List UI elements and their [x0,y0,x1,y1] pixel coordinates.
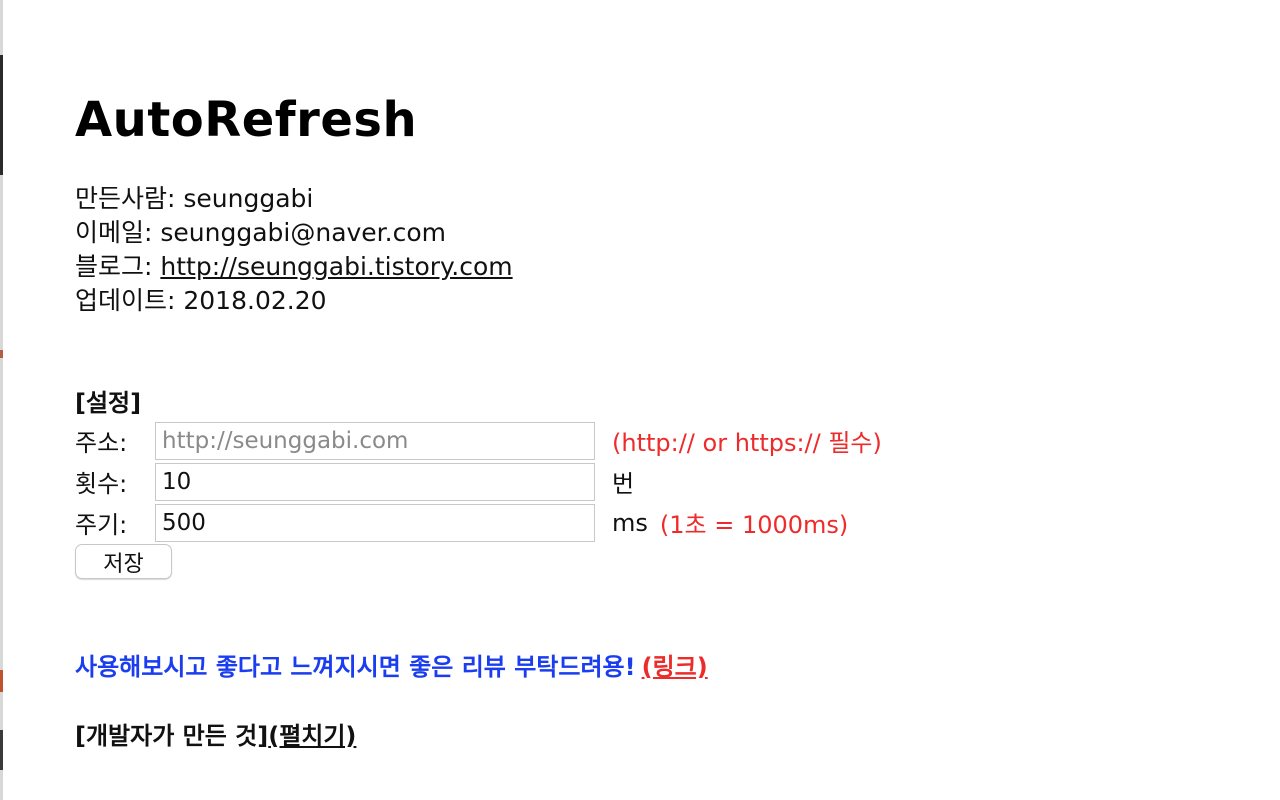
popup-content: AutoRefresh 만든사람: seunggabi 이메일: seungga… [75,88,1225,751]
period-note: (1초 = 1000ms) [659,511,849,539]
blog-label: 블로그: [75,252,161,281]
author-label: 만든사람: [75,184,184,213]
blog-line: 블로그: http://seunggabi.tistory.com [75,250,1225,284]
address-note: (http:// or https:// 필수) [612,429,882,457]
count-input[interactable] [155,462,595,501]
email-line: 이메일: seunggabi@naver.com [75,216,1225,250]
settings-section: [설정] 주소: (http:// or https:// 필수) 횟수: 번 … [75,386,1225,579]
expand-toggle-link[interactable]: (펼치기) [268,722,356,750]
update-line: 업데이트: 2018.02.20 [75,284,1225,318]
address-label: 주소: [75,429,128,457]
update-label: 업데이트: [75,286,184,315]
count-label: 횟수: [75,470,128,498]
address-row: 주소: (http:// or https:// 필수) [75,420,1225,461]
settings-title: [설정] [75,389,142,417]
review-message: 사용해보시고 좋다고 느껴지시면 좋은 리뷰 부탁드려용! (링크) [75,647,1225,682]
update-date: 2018.02.20 [183,286,327,315]
author-value: seunggabi [183,184,314,213]
edge-mark [0,730,3,770]
count-unit: 번 [612,470,635,498]
window-edge [0,0,3,800]
period-unit: ms [612,508,648,537]
developer-section: [개발자가 만든 것](펼치기) [75,716,1225,751]
count-row: 횟수: 번 [75,461,1225,502]
period-row: 주기: ms (1초 = 1000ms) [75,502,1225,543]
email-value: seunggabi@naver.com [160,218,447,247]
save-button[interactable]: 저장 [75,544,172,579]
review-link[interactable]: (링크) [642,653,708,681]
email-label: 이메일: [75,218,161,247]
edge-mark [0,670,3,692]
edge-mark [0,55,3,175]
page-title: AutoRefresh [75,92,418,148]
author-line: 만든사람: seunggabi [75,182,1225,216]
period-label: 주기: [75,511,128,539]
address-input[interactable] [155,421,595,460]
period-input[interactable] [155,503,595,542]
review-text: 사용해보시고 좋다고 느껴지시면 좋은 리뷰 부탁드려용! [75,653,636,681]
edge-mark [0,350,3,358]
blog-link[interactable]: http://seunggabi.tistory.com [160,252,512,281]
info-block: 만든사람: seunggabi 이메일: seunggabi@naver.com… [75,182,1225,318]
developer-title: [개발자가 만든 것] [75,722,269,750]
